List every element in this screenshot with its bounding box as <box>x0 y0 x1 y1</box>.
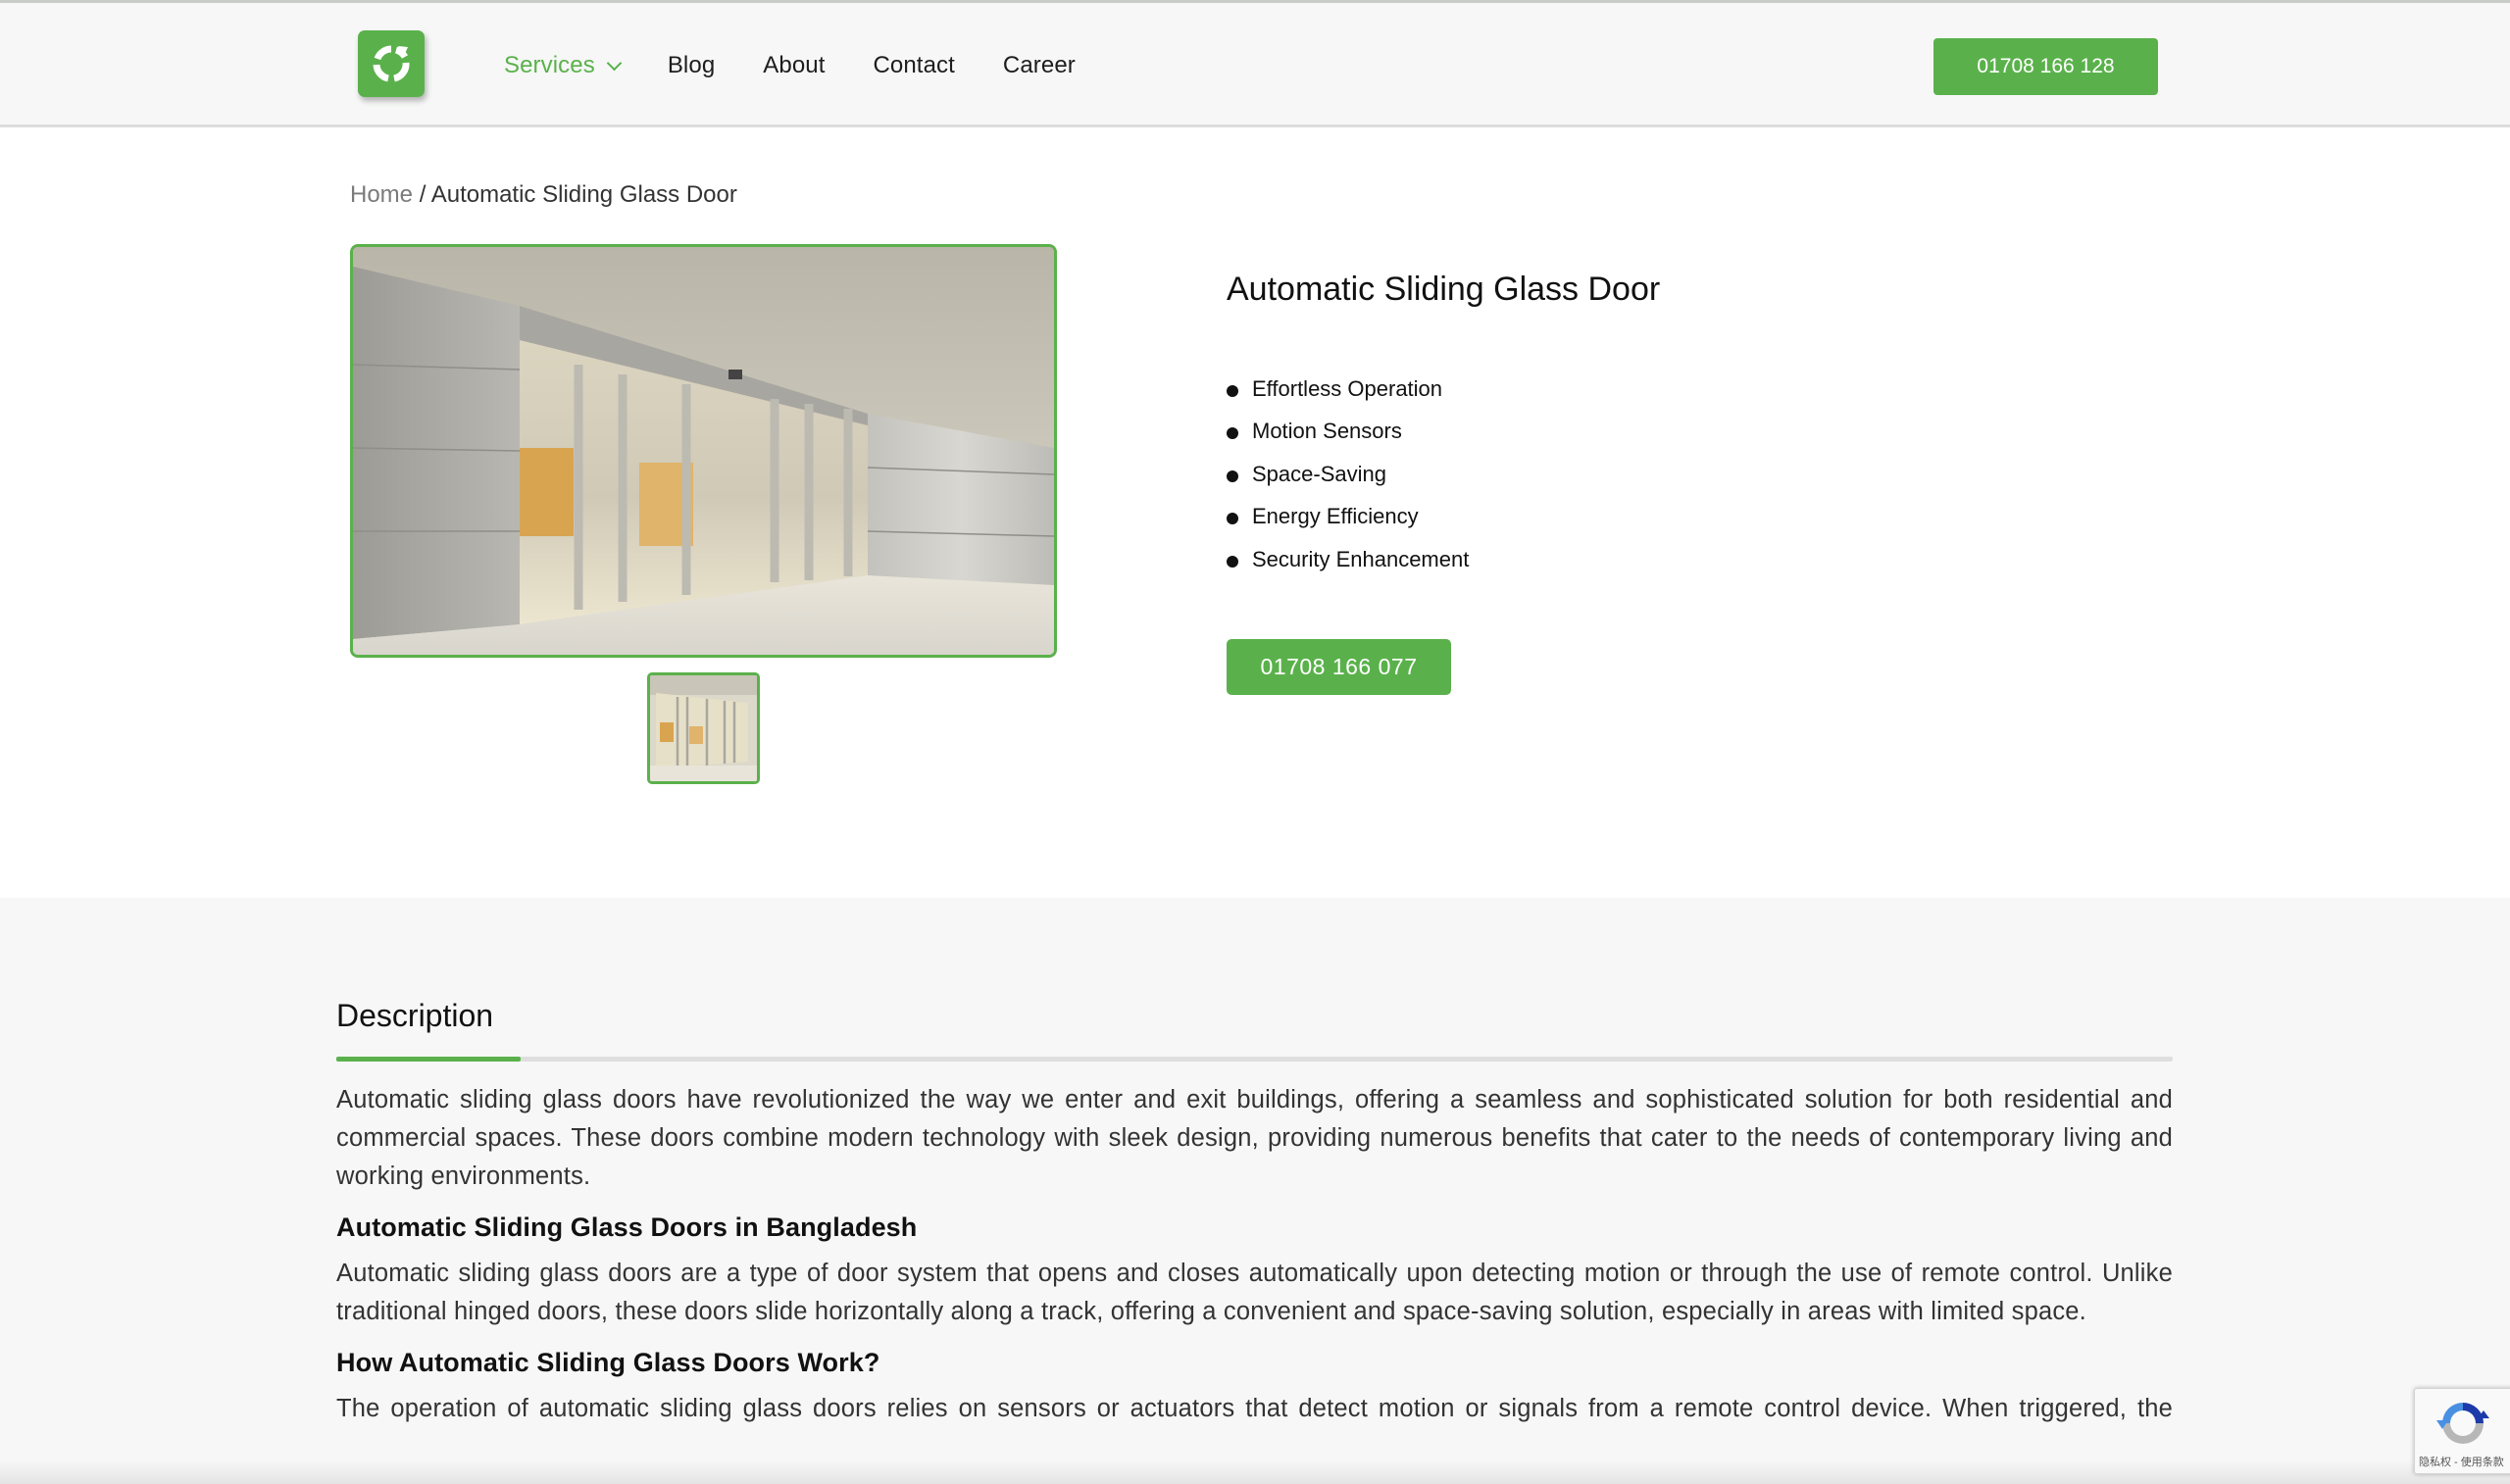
sliding-door-photo <box>353 247 1054 655</box>
feature-list: Effortless Operation Motion Sensors Spac… <box>1227 368 1469 581</box>
nav-contact-label: Contact <box>873 52 955 78</box>
bullet-icon <box>1227 513 1238 525</box>
section-text-how-it-works: The operation of automatic sliding glass… <box>336 1395 2173 1422</box>
chevron-down-icon <box>606 55 623 71</box>
sliding-door-thumbnail-photo <box>650 675 757 781</box>
breadcrumb-home-link[interactable]: Home <box>350 181 413 208</box>
breadcrumb: Home / Automatic Sliding Glass Door <box>350 181 737 209</box>
nav-services-label: Services <box>504 52 595 78</box>
feature-item: Effortless Operation <box>1227 368 1469 411</box>
recaptcha-badge[interactable]: 隐私权 - 使用条款 <box>2414 1388 2510 1474</box>
nav-contact[interactable]: Contact <box>873 52 954 79</box>
recaptcha-icon <box>2436 1403 2489 1444</box>
nav-career-label: Career <box>1002 52 1076 78</box>
section-text-bangladesh: Automatic sliding glass doors are a type… <box>336 1260 2173 1325</box>
feature-label: Energy Efficiency <box>1252 504 1419 529</box>
feature-label: Effortless Operation <box>1252 375 1443 401</box>
description-content: Automatic sliding glass doors have revol… <box>336 1078 2173 1428</box>
feature-item: Security Enhancement <box>1227 538 1469 581</box>
tab-active-indicator <box>336 1057 521 1062</box>
feature-label: Space-Saving <box>1252 461 1386 486</box>
site-header: Services Blog About Contact Career 01708… <box>0 0 2510 127</box>
refresh-ring-logo-icon <box>373 45 410 82</box>
product-thumbnail[interactable] <box>647 672 760 784</box>
tab-description[interactable]: Description <box>336 998 493 1034</box>
bullet-icon <box>1227 470 1238 482</box>
header-phone-button[interactable]: 01708 166 128 <box>1933 38 2158 95</box>
nav-about-label: About <box>763 52 826 78</box>
feature-item: Motion Sensors <box>1227 411 1469 454</box>
breadcrumb-current: Automatic Sliding Glass Door <box>430 181 737 208</box>
bullet-icon <box>1227 384 1238 397</box>
nav-blog[interactable]: Blog <box>668 52 715 79</box>
section-heading-bangladesh: Automatic Sliding Glass Doors in Banglad… <box>336 1212 918 1242</box>
bullet-icon <box>1227 555 1238 568</box>
recaptcha-terms-link[interactable]: 隐私权 - 使用条款 <box>2419 1454 2504 1469</box>
breadcrumb-separator: / <box>413 181 431 208</box>
nav-blog-label: Blog <box>667 52 716 78</box>
nav-services[interactable]: Services <box>504 52 623 79</box>
feature-label: Motion Sensors <box>1252 419 1402 444</box>
bottom-shadow <box>0 1460 2510 1484</box>
product-main-image[interactable] <box>350 244 1057 658</box>
feature-item: Energy Efficiency <box>1227 496 1469 539</box>
nav-about[interactable]: About <box>763 52 825 79</box>
call-phone-button[interactable]: 01708 166 077 <box>1227 639 1451 695</box>
nav-career[interactable]: Career <box>1003 52 1076 79</box>
description-intro: Automatic sliding glass doors have revol… <box>336 1086 2173 1190</box>
bullet-icon <box>1227 427 1238 440</box>
site-logo[interactable] <box>358 30 425 97</box>
feature-label: Security Enhancement <box>1252 546 1470 571</box>
product-title: Automatic Sliding Glass Door <box>1227 271 1661 308</box>
main-nav: Services Blog About Contact Career <box>504 46 1124 85</box>
section-heading-how-it-works: How Automatic Sliding Glass Doors Work? <box>336 1348 880 1377</box>
tab-divider <box>336 1057 2173 1062</box>
feature-item: Space-Saving <box>1227 453 1469 496</box>
